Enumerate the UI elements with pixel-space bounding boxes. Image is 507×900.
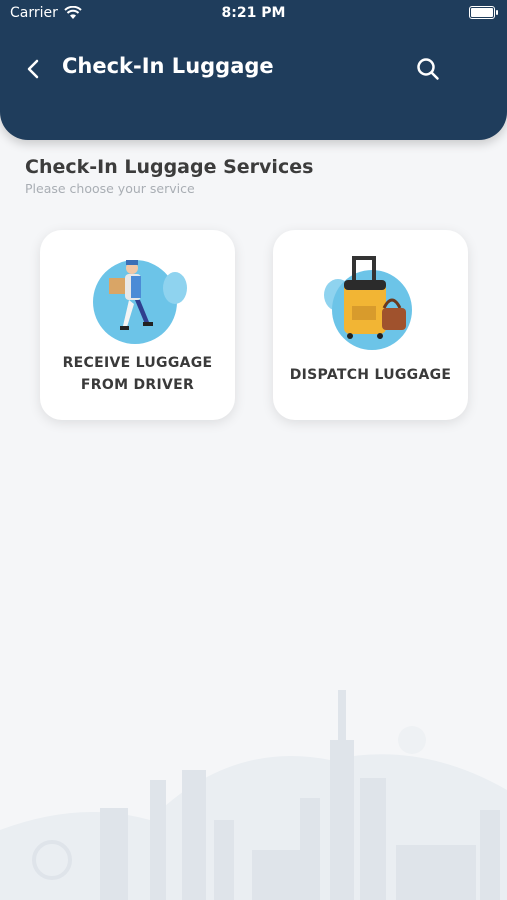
- city-skyline-illustration: [0, 690, 507, 900]
- search-icon: [417, 58, 439, 80]
- dispatch-luggage-label: DISPATCH LUGGAGE: [273, 364, 468, 386]
- search-button[interactable]: [413, 54, 443, 84]
- back-button[interactable]: [20, 56, 46, 82]
- page-title: Check-In Luggage: [62, 54, 274, 78]
- receive-luggage-label-line1: RECEIVE LUGGAGE: [62, 355, 213, 371]
- section-subtitle: Please choose your service: [25, 181, 195, 196]
- dispatch-luggage-label-line1: DISPATCH LUGGAGE: [289, 367, 452, 383]
- suitcase-icon: [324, 256, 412, 350]
- receive-luggage-label-line2: FROM DRIVER: [80, 377, 195, 393]
- receive-luggage-card[interactable]: RECEIVE LUGGAGE FROM DRIVER: [40, 230, 235, 420]
- chevron-left-icon: [27, 59, 39, 79]
- dispatch-luggage-card[interactable]: DISPATCH LUGGAGE: [273, 230, 468, 420]
- battery-icon: [469, 6, 498, 19]
- status-time: 8:21 PM: [221, 5, 286, 21]
- status-bar: Carrier 8:21 PM: [0, 0, 507, 28]
- app-header: Carrier 8:21 PM Check-In Luggage: [0, 0, 507, 140]
- receive-luggage-label: RECEIVE LUGGAGE FROM DRIVER: [40, 352, 235, 396]
- section-title: Check-In Luggage Services: [25, 156, 314, 178]
- delivery-person-icon: [93, 260, 187, 344]
